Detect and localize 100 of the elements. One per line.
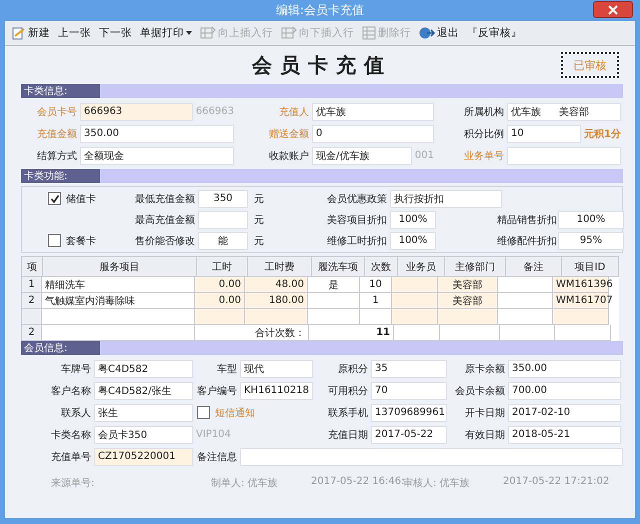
document-icon (12, 26, 26, 40)
field-label: 车型 (216, 362, 238, 376)
column-header: 次数 (365, 257, 398, 277)
toolbar-button[interactable]: 下一张 (96, 25, 135, 41)
text-field[interactable]: 现代 (240, 360, 313, 378)
text-field[interactable]: 粤C4D582 (94, 360, 193, 378)
text-field[interactable]: 100% (558, 210, 624, 228)
exit-icon (419, 26, 435, 40)
text-field[interactable]: 现金/优车族 (312, 146, 412, 164)
field-label: 充值单号 (50, 450, 92, 464)
text-field[interactable]: 700.00 (508, 382, 621, 400)
text-field[interactable]: 能 (198, 232, 248, 250)
checkbox[interactable] (48, 192, 61, 205)
text-field[interactable]: 2018-05-21 (508, 426, 621, 444)
field-label: 收款账户 (268, 150, 310, 162)
text-field[interactable]: 350.00 (80, 124, 234, 142)
column-header: 项 (22, 257, 43, 277)
field-label: 维修工时折扣 (326, 234, 388, 248)
field-label: 最低充值金额 (135, 192, 196, 206)
field-label: 会员优惠政策 (326, 192, 388, 206)
checkbox[interactable] (197, 406, 210, 419)
footer-text: 2017-05-22 17:21:02 (503, 476, 610, 489)
toolbar-button[interactable]: 单据打印 (137, 25, 195, 41)
text-field[interactable]: 全额现金 (80, 146, 234, 164)
text-field[interactable]: 0 (312, 124, 434, 142)
table-cell (245, 309, 308, 325)
close-button[interactable] (593, 1, 633, 18)
text-field[interactable]: 95% (558, 232, 624, 250)
footer-text: 审核人: 优车族 (403, 478, 471, 490)
column-header: 业务员 (398, 257, 445, 277)
text-field[interactable]: CZ1705220001 (94, 448, 193, 466)
text-field[interactable]: 优车族 美容部 (507, 102, 621, 120)
section-title: 会员信息: (21, 341, 100, 355)
text-field[interactable]: 10 (507, 124, 582, 142)
text-field[interactable] (240, 448, 623, 466)
toolbar-button[interactable]: 『反审核』 (464, 25, 525, 41)
checkbox[interactable] (48, 234, 61, 247)
text-field[interactable]: 350.00 (508, 360, 621, 378)
text-field[interactable]: 2017-05-22 (371, 426, 447, 444)
field-label: 结算方式 (36, 150, 78, 162)
status-stamp: 已审核 (561, 52, 619, 78)
text-field[interactable] (507, 146, 621, 164)
text-field[interactable]: 100% (390, 232, 436, 250)
text-field[interactable]: 100% (390, 210, 436, 228)
text-field[interactable]: KH16110218 (240, 382, 313, 400)
form-title: 会员卡充值 (252, 52, 392, 78)
table-row-icon (281, 26, 297, 40)
column-header: 服务项目 (43, 257, 197, 277)
toolbar-button[interactable]: 退出 (416, 25, 462, 41)
footer-text: 2017-05-22 16:46: (311, 476, 403, 487)
table-cell: 精细洗车 (42, 277, 195, 293)
column-header: 工时费 (248, 257, 312, 277)
text-field[interactable]: 优车族 (312, 102, 434, 120)
column-header: 项目ID (562, 257, 619, 277)
column-header: 工时 (197, 257, 248, 277)
text-field[interactable]: 粤C4D582/张生 (94, 382, 193, 400)
field-label: 充值金额 (36, 128, 78, 140)
table-cell: 2 (22, 293, 42, 309)
field-label: 联系人 (60, 406, 92, 420)
text-field[interactable]: 会员卡350 (94, 426, 193, 444)
field-label: 原卡余额 (464, 362, 506, 376)
text-field[interactable]: 执行按折扣 (390, 190, 502, 208)
table-cell: 180.00 (245, 293, 308, 309)
text-field[interactable]: 666963 (80, 102, 193, 120)
window-title: 编辑:会员卡充值 (276, 2, 364, 19)
field-label: 充值人 (278, 106, 310, 118)
table-cell (392, 309, 438, 325)
text-field[interactable]: 70 (371, 382, 447, 400)
field-label: 客户编号 (196, 384, 238, 398)
field-label: 开卡日期 (464, 406, 506, 420)
table-cell: 是 (308, 277, 360, 293)
text-field[interactable]: 350 (198, 190, 248, 208)
field-label: 最高充值金额 (135, 214, 196, 226)
text-field[interactable]: 2017-02-10 (508, 404, 621, 422)
table-cell: 0.00 (195, 277, 245, 293)
table-cell: 美容部 (438, 293, 498, 309)
section-title: 卡类信息: (21, 84, 100, 98)
text-field[interactable]: 13709689961 (371, 404, 447, 422)
field-label: 维修配件折扣 (497, 234, 558, 248)
text-field[interactable]: 张生 (94, 404, 193, 422)
table-cell: 0.00 (195, 293, 245, 309)
toolbar-button[interactable]: 上一张 (55, 25, 94, 41)
section-title: 卡类功能: (21, 169, 100, 183)
table-cell (195, 309, 245, 325)
field-note: 元积1分 (583, 128, 621, 140)
unit-label: 元 (253, 214, 264, 226)
field-label: 原积分 (337, 362, 369, 376)
field-label: 积分比例 (463, 128, 505, 140)
footer-text: 来源单号: (51, 476, 96, 490)
text-field[interactable]: 35 (371, 360, 447, 378)
caret-icon (186, 31, 192, 35)
field-label: 会员卡号 (36, 106, 78, 118)
table-cell (553, 309, 609, 325)
table-cell: 气触媒室内消毒除味 (42, 293, 195, 309)
unit-label: 元 (253, 234, 264, 248)
toolbar-button[interactable]: 新建 (9, 25, 53, 41)
table-cell (438, 309, 498, 325)
text-field[interactable] (198, 210, 248, 228)
table-row-icon (362, 26, 376, 40)
field-note: VIP104 (195, 429, 231, 440)
